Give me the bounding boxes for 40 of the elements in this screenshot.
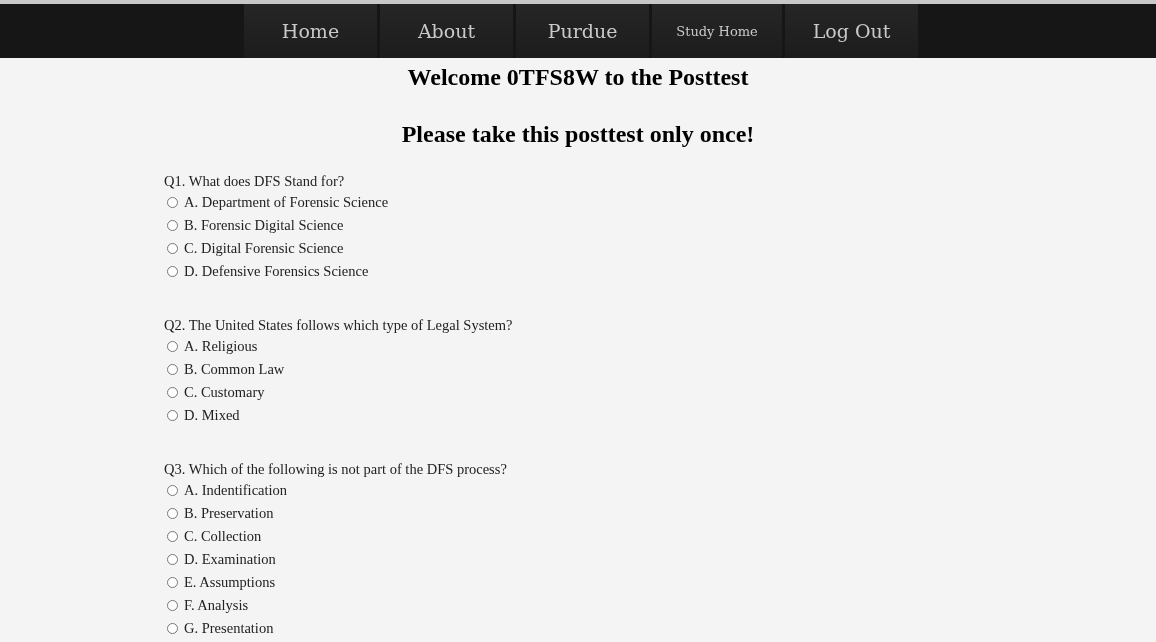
radio-button[interactable] [167, 600, 178, 611]
option-label: A. Department of Forensic Science [184, 194, 389, 211]
option-label: B. Preservation [184, 505, 274, 522]
option-label: C. Collection [184, 528, 262, 545]
nav-link[interactable]: About [380, 4, 513, 58]
radio-button[interactable] [167, 220, 178, 231]
question-text: Q1. What does DFS Stand for? [164, 172, 345, 191]
option-label: A. Indentification [184, 482, 288, 499]
option-label: E. Assumptions [184, 574, 276, 591]
option-label: D. Examination [184, 551, 276, 568]
radio-button[interactable] [167, 485, 178, 496]
radio-button[interactable] [167, 623, 178, 634]
option-label: B. Forensic Digital Science [184, 217, 344, 234]
radio-button[interactable] [167, 364, 178, 375]
question-text: Q2. The United States follows which type of Legal System? [164, 316, 513, 335]
option-label: B. Common Law [184, 361, 285, 378]
option-label: D. Mixed [184, 407, 240, 424]
nav-link[interactable]: Study Home [652, 4, 782, 58]
radio-button[interactable] [167, 577, 178, 588]
radio-button[interactable] [167, 508, 178, 519]
radio-button[interactable] [167, 387, 178, 398]
nav-link[interactable]: Log Out [785, 4, 918, 58]
page-heading: Welcome 0TFS8W to the Posttest [406, 64, 750, 91]
radio-button[interactable] [167, 197, 178, 208]
radio-button[interactable] [167, 341, 178, 352]
option-label: D. Defensive Forensics Science [184, 263, 369, 280]
radio-button[interactable] [167, 531, 178, 542]
nav-link[interactable]: Home [244, 4, 377, 58]
option-label: G. Presentation [184, 620, 274, 637]
radio-button[interactable] [167, 410, 178, 421]
radio-button[interactable] [167, 266, 178, 277]
nav-link[interactable]: Purdue [516, 4, 649, 58]
option-label: C. Customary [184, 384, 265, 401]
option-label: A. Religious [184, 338, 258, 355]
option-label: C. Digital Forensic Science [184, 240, 344, 257]
radio-button[interactable] [167, 243, 178, 254]
option-label: F. Analysis [184, 597, 249, 614]
radio-button[interactable] [167, 554, 178, 565]
page-heading: Please take this posttest only once! [400, 121, 756, 148]
question-text: Q3. Which of the following is not part of the DFS process? [164, 460, 507, 479]
